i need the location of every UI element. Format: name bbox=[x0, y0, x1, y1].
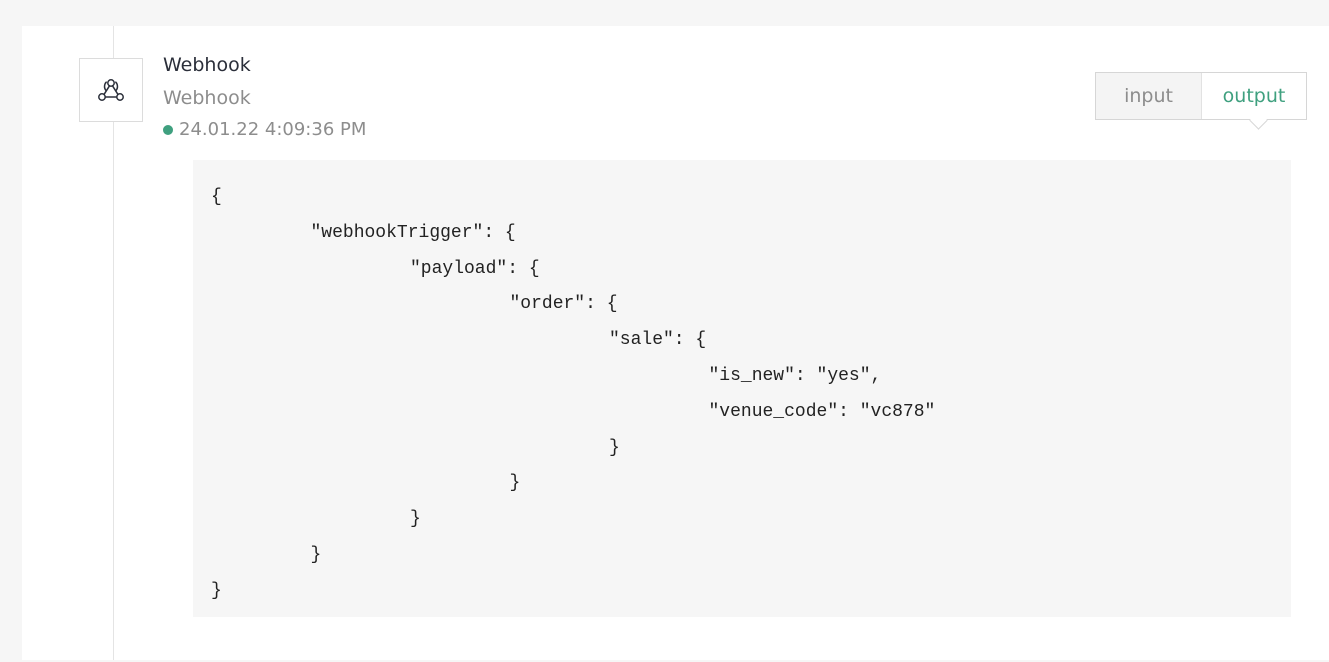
node-title: Webhook bbox=[163, 54, 251, 76]
webhook-icon bbox=[98, 79, 124, 101]
code-line: "payload": { bbox=[410, 258, 540, 279]
code-line: { bbox=[211, 187, 222, 207]
status-dot bbox=[163, 125, 173, 135]
io-tabs: input output bbox=[1095, 72, 1307, 130]
code-line: "venue_code": "vc878" bbox=[708, 401, 936, 422]
code-line: } bbox=[410, 509, 421, 530]
code-line: "webhookTrigger": { bbox=[310, 222, 516, 243]
code-line: } bbox=[609, 437, 620, 458]
code-line: } bbox=[211, 580, 222, 601]
tab-input[interactable]: input bbox=[1096, 73, 1202, 119]
code-line: } bbox=[509, 473, 521, 494]
timestamp-text: 24.01.22 4:09:36 PM bbox=[179, 119, 367, 140]
code-line: "sale": { bbox=[609, 330, 707, 351]
tab-output[interactable]: output bbox=[1202, 73, 1306, 130]
code-line: "order": { bbox=[509, 294, 618, 315]
execution-timestamp: 24.01.22 4:09:36 PM bbox=[163, 118, 366, 142]
json-output[interactable]: { "webhookTrigger": { "payload": { "order":… bbox=[193, 160, 1291, 617]
code-line: "is_new": "yes", bbox=[708, 365, 882, 386]
tab-output-label: output bbox=[1222, 85, 1286, 107]
node-subtitle: Webhook bbox=[163, 87, 251, 109]
node-icon-box bbox=[79, 58, 143, 122]
code-line: } bbox=[310, 544, 322, 565]
